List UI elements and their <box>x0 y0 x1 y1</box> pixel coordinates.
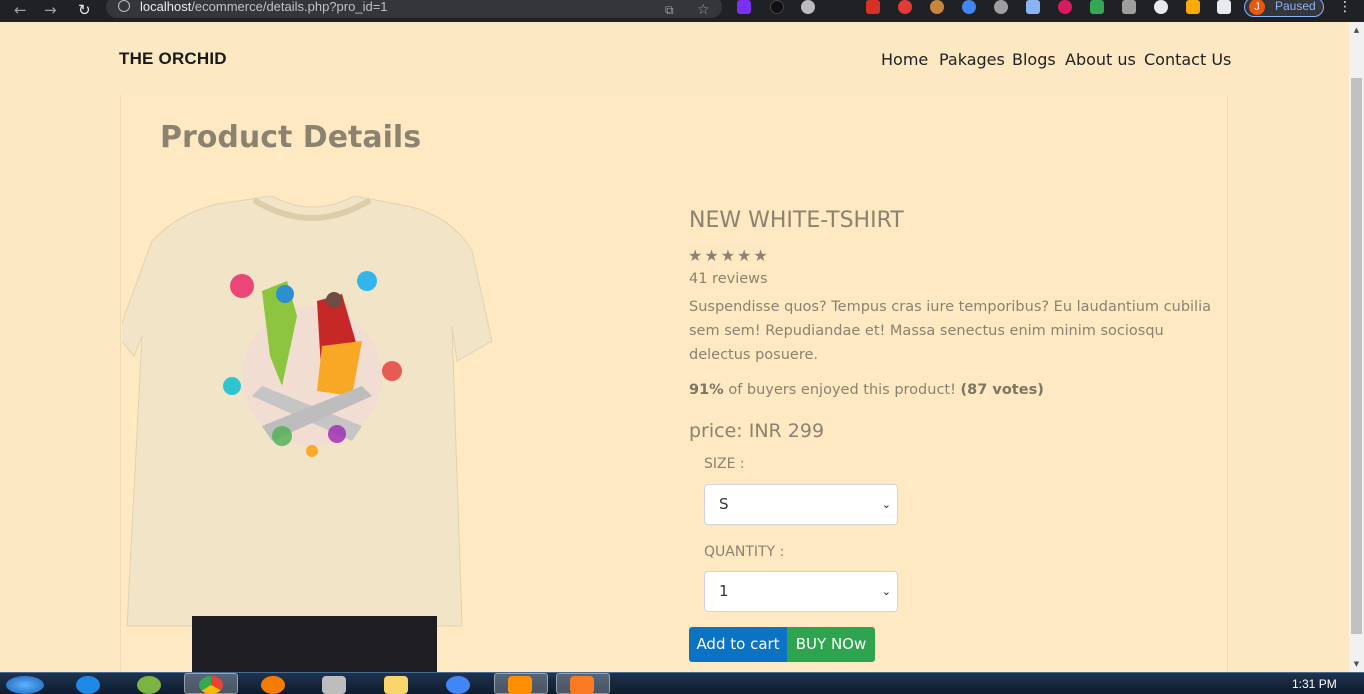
quantity-select[interactable]: 1 ⌄ <box>704 571 898 612</box>
translate-icon[interactable]: ⧉ <box>665 1 674 19</box>
extension-icon[interactable] <box>1186 0 1200 14</box>
avatar: J <box>1249 0 1265 15</box>
site-brand[interactable]: THE ORCHID <box>119 49 227 69</box>
extension-icon[interactable] <box>737 0 751 14</box>
system-clock[interactable]: 1:31 PM <box>1292 677 1337 691</box>
reload-icon[interactable]: ↻ <box>78 1 91 19</box>
puzzle-extensions-icon[interactable] <box>1217 0 1231 14</box>
enjoyed-percent: 91% <box>689 382 724 398</box>
size-select[interactable]: S ⌄ <box>704 484 898 525</box>
chevron-down-icon: ⌄ <box>881 585 891 598</box>
extension-icon[interactable] <box>994 0 1008 14</box>
nav-contact-us[interactable]: Contact Us <box>1144 50 1231 69</box>
buyer-satisfaction: 91% of buyers enjoyed this product! (87 … <box>689 382 1044 398</box>
votes-count: (87 votes) <box>960 382 1044 398</box>
browser-menu-icon[interactable]: ⋮ <box>1338 0 1352 14</box>
site-info-icon[interactable] <box>118 0 130 12</box>
product-name: NEW WHITE-TSHIRT <box>689 208 904 233</box>
scroll-up-icon[interactable]: ▲ <box>1352 26 1361 34</box>
add-to-cart-button[interactable]: Add to cart <box>689 627 787 662</box>
sublime-text-icon <box>508 676 532 694</box>
extension-icon[interactable] <box>770 0 784 14</box>
profile-status: Paused <box>1275 0 1316 13</box>
enjoyed-text: of buyers enjoyed this product! <box>723 382 961 398</box>
nav-packages[interactable]: Pakages <box>939 50 1005 69</box>
product-description: Suspendisse quos? Tempus cras iure tempo… <box>689 299 1211 363</box>
buy-now-button[interactable]: BUY NOw <box>787 627 875 662</box>
extension-icon[interactable] <box>898 0 912 14</box>
size-value: S <box>719 495 729 513</box>
url-text[interactable]: localhost/ecommerce/details.php?pro_id=1 <box>140 0 388 14</box>
back-arrow-icon[interactable]: ← <box>14 1 27 19</box>
internet-explorer-icon[interactable] <box>76 676 100 694</box>
media-player-icon[interactable] <box>322 676 346 694</box>
download-extension-icon[interactable] <box>1026 0 1040 14</box>
reviews-count: 41 reviews <box>689 271 768 287</box>
profile-button[interactable]: J Paused <box>1244 0 1324 17</box>
start-button-icon[interactable] <box>6 676 44 694</box>
quantity-value: 1 <box>719 582 729 600</box>
gear-extension-icon[interactable] <box>1154 0 1168 14</box>
rating-stars-icon: ★★★★★ <box>688 246 770 265</box>
product-image <box>122 196 502 674</box>
scrollbar-thumb[interactable] <box>1351 78 1362 634</box>
taskbar-app-icon[interactable] <box>137 676 161 694</box>
chevron-down-icon: ⌄ <box>881 498 891 511</box>
extension-icon[interactable] <box>962 0 976 14</box>
url-host: localhost <box>140 0 192 14</box>
nav-about-us[interactable]: About us <box>1065 50 1136 69</box>
bookmark-star-icon[interactable]: ☆ <box>697 1 710 19</box>
url-path: /ecommerce/details.php?pro_id=1 <box>191 0 388 14</box>
extension-icon[interactable] <box>1058 0 1072 14</box>
nav-home[interactable]: Home <box>881 50 928 69</box>
chrome-icon <box>199 676 223 694</box>
cookie-extension-icon[interactable] <box>930 0 944 14</box>
scroll-down-icon[interactable]: ▼ <box>1352 660 1361 668</box>
extension-icon[interactable] <box>1122 0 1136 14</box>
file-explorer-icon[interactable] <box>384 676 408 694</box>
nav-blogs[interactable]: Blogs <box>1012 50 1056 69</box>
product-price: price: INR 299 <box>689 420 825 442</box>
xampp-icon <box>570 676 594 694</box>
page-title: Product Details <box>160 120 422 155</box>
size-label: SIZE : <box>704 456 745 472</box>
shield-extension-icon[interactable] <box>1090 0 1104 14</box>
extension-icon[interactable] <box>801 0 815 14</box>
taskbar-app-icon[interactable] <box>261 676 285 694</box>
chrome-canary-icon[interactable] <box>446 676 470 694</box>
extension-icon[interactable] <box>866 0 880 14</box>
forward-arrow-icon[interactable]: → <box>44 1 57 19</box>
quantity-label: QUANTITY : <box>704 544 785 560</box>
